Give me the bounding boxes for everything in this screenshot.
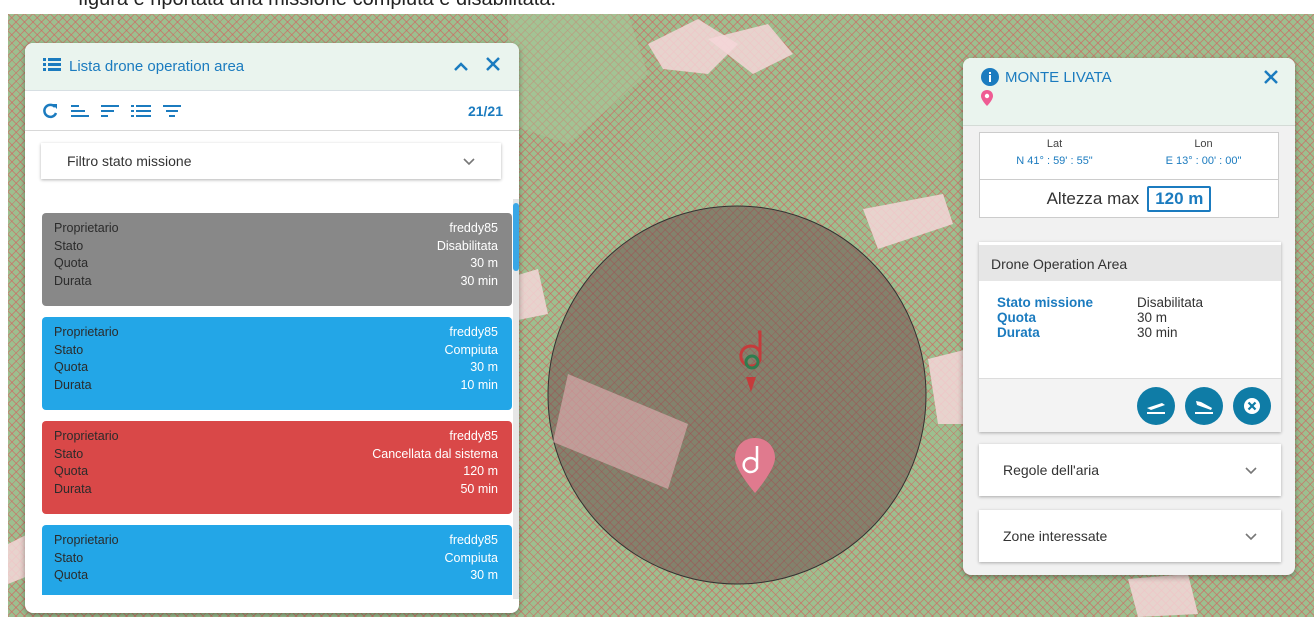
refresh-icon[interactable] <box>41 102 59 120</box>
detail-label: Durata <box>997 325 1040 340</box>
filter-label: Filtro stato missione <box>67 153 192 169</box>
location-title: MONTE LIVATA <box>1005 68 1112 86</box>
field-label: Proprietario <box>54 533 119 547</box>
field-label: Quota <box>54 568 89 582</box>
field-value: Compiuta <box>444 550 499 565</box>
scrollbar-thumb[interactable] <box>513 203 519 271</box>
lat-value: N 41° : 59' : 55" <box>1016 155 1093 167</box>
landing-button[interactable] <box>1185 386 1223 425</box>
chevron-down-icon <box>1245 528 1257 544</box>
mission-count: 21/21 <box>467 102 503 119</box>
doa-details: Stato missione Disabilitata Quota 30 m Dur… <box>979 281 1281 340</box>
accordion-label: Regole dell'aria <box>1003 462 1100 478</box>
field-value: 30 m <box>470 360 498 374</box>
info-icon <box>981 68 999 86</box>
field-value: freddy85 <box>449 429 498 443</box>
document-caption: figura è riportata una missione compiuta… <box>78 0 556 11</box>
restricted-zone <box>1128 574 1198 617</box>
mission-card[interactable]: Proprietario freddy85 Stato Disabilitata Q… <box>42 213 512 306</box>
restricted-zone <box>863 194 953 249</box>
field-label: Stato <box>54 550 84 565</box>
field-label: Stato <box>54 446 84 461</box>
field-value: 50 min <box>460 481 498 496</box>
info-panel-header: MONTE LIVATA <box>963 58 1295 126</box>
detail-value: 30 min <box>1137 325 1178 340</box>
location-info-panel: MONTE LIVATA Lat N 41° : 59' : 55" Lon E… <box>963 58 1295 575</box>
field-value: Compiuta <box>444 342 499 357</box>
map-patch <box>508 14 648 144</box>
close-icon[interactable] <box>1263 68 1279 91</box>
mission-status-filter[interactable]: Filtro stato missione <box>41 143 501 179</box>
coordinates-box: Lat N 41° : 59' : 55" Lon E 13° : 00' : … <box>979 132 1279 180</box>
field-label: Stato <box>54 238 84 253</box>
latitude: Lat N 41° : 59' : 55" <box>980 133 1129 179</box>
list-icon <box>43 57 61 76</box>
filter-icon[interactable] <box>163 103 181 119</box>
info-panel-title-row: MONTE LIVATA <box>981 68 1277 86</box>
landing-icon <box>1195 400 1213 414</box>
lon-label: Lon <box>1194 138 1213 150</box>
altitude-label: Altezza max <box>1046 188 1140 208</box>
sort-icon[interactable] <box>101 103 119 119</box>
field-label: Stato <box>54 342 84 357</box>
field-label: Quota <box>54 360 89 374</box>
drone-operation-area-card: Drone Operation Area Stato missione Disab… <box>979 242 1281 432</box>
field-label: Proprietario <box>54 325 119 339</box>
mission-card[interactable]: Proprietario freddy85 Stato Cancellata dal… <box>42 421 512 514</box>
mission-card[interactable]: Proprietario freddy85 Stato Compiuta Quota… <box>42 317 512 410</box>
align-left-icon[interactable] <box>71 103 89 119</box>
cancel-mission-button[interactable] <box>1233 386 1271 425</box>
list-view-icon[interactable] <box>131 103 151 119</box>
field-label: Proprietario <box>54 429 119 443</box>
field-label: Quota <box>54 256 89 270</box>
accordion-label: Zone interessate <box>1003 528 1108 544</box>
list-panel-header: Lista drone operation area <box>25 43 519 91</box>
field-label: Durata <box>54 481 92 496</box>
altitude-value: 120 m <box>1147 185 1212 212</box>
field-value: 120 m <box>463 464 498 478</box>
list-panel-title: Lista drone operation area <box>69 58 245 75</box>
field-value: freddy85 <box>449 533 498 547</box>
mission-card[interactable]: Proprietario freddy85 Stato Compiuta Quota… <box>42 525 512 595</box>
field-label: Durata <box>54 273 92 288</box>
max-altitude: Altezza max 120 m <box>979 180 1279 218</box>
detail-value: Disabilitata <box>1137 295 1204 310</box>
field-value: 30 m <box>470 256 498 270</box>
field-value: Disabilitata <box>436 238 498 253</box>
field-label: Quota <box>54 464 89 478</box>
detail-label: Quota <box>997 310 1036 325</box>
lon-value: E 13° : 00' : 00" <box>1165 155 1242 167</box>
field-value: freddy85 <box>449 221 498 235</box>
field-value: freddy85 <box>449 325 498 339</box>
location-pin-icon <box>981 90 993 106</box>
takeoff-icon <box>1147 402 1165 414</box>
air-rules-accordion[interactable]: Regole dell'aria <box>979 444 1281 496</box>
doa-actions <box>979 378 1281 432</box>
field-value: 10 min <box>460 377 498 392</box>
lat-label: Lat <box>1046 138 1063 150</box>
field-value: 30 min <box>460 273 498 288</box>
mission-list-panel: Lista drone operation area 21/21 Filtro … <box>25 43 519 613</box>
chevron-down-icon <box>1245 462 1257 478</box>
field-label: Proprietario <box>54 221 119 235</box>
field-value: Cancellata dal sistema <box>372 446 498 461</box>
mission-list: Proprietario freddy85 Stato Disabilitata Q… <box>42 213 512 595</box>
detail-label: Stato missione <box>997 295 1094 310</box>
close-icon[interactable] <box>485 55 501 78</box>
field-label: Durata <box>54 377 92 392</box>
longitude: Lon E 13° : 00' : 00" <box>1129 133 1278 179</box>
cancel-circle-icon <box>1244 397 1260 414</box>
doa-title: Drone Operation Area <box>979 245 1281 281</box>
field-value: 30 m <box>470 568 498 582</box>
list-toolbar: 21/21 <box>25 91 519 131</box>
detail-value: 30 m <box>1137 310 1168 325</box>
collapse-icon[interactable] <box>453 55 469 78</box>
chevron-down-icon <box>463 153 475 169</box>
screen: figura è riportata una missione compiuta… <box>0 0 1314 617</box>
affected-zones-accordion[interactable]: Zone interessate <box>979 510 1281 562</box>
takeoff-button[interactable] <box>1137 386 1175 425</box>
